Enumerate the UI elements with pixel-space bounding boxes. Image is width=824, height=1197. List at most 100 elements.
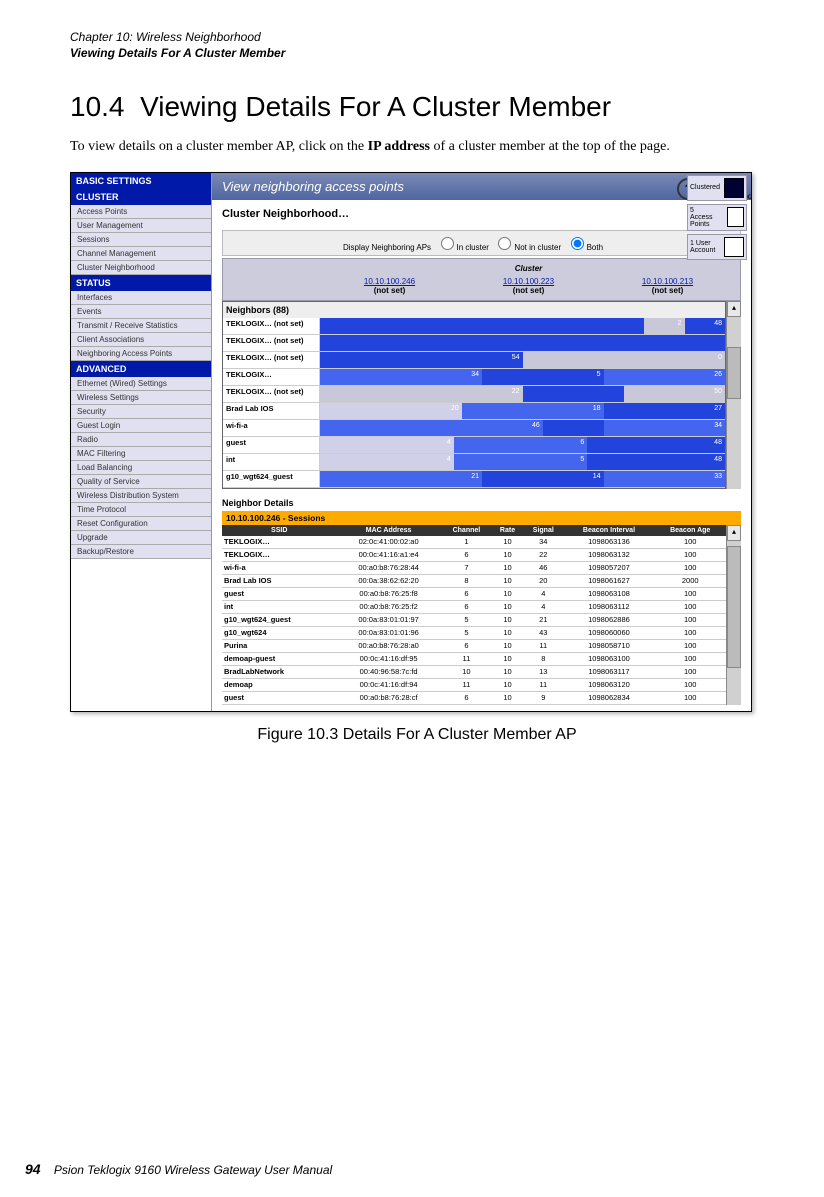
table-header: Beacon Interval <box>564 525 655 536</box>
nav-cluster[interactable]: CLUSTER <box>71 189 211 205</box>
signal-bar: 34 <box>604 420 726 436</box>
left-nav: BASIC SETTINGS CLUSTER Access PointsUser… <box>71 173 212 711</box>
signal-bar: 6 <box>454 437 588 453</box>
screenshot: BASIC SETTINGS CLUSTER Access PointsUser… <box>70 172 752 712</box>
signal-bar: 18 <box>462 403 604 419</box>
neighbor-row: TEKLOGIX… (not set)540 <box>223 352 725 369</box>
nav-item[interactable]: User Management <box>71 219 211 233</box>
signal-bar: 50 <box>624 386 725 402</box>
table-header: Beacon Age <box>654 525 726 536</box>
table-header: Signal <box>523 525 563 536</box>
table-row: TEKLOGIX…00:0c:41:16:a1:e461022109806313… <box>222 548 726 561</box>
table-header: SSID <box>222 525 336 536</box>
info-users[interactable]: 1 UserAccount <box>687 234 747 260</box>
radio-incluster[interactable] <box>441 237 454 250</box>
nav-item[interactable]: Interfaces <box>71 291 211 305</box>
neighbor-row: guest4648 <box>223 437 725 454</box>
table-row: Brad Lab IOS00:0a:38:62:62:2081020109806… <box>222 574 726 587</box>
signal-bar: 2 <box>644 318 685 334</box>
scroll-up-icon[interactable]: ▴ <box>727 301 741 317</box>
neighbor-label: wi-fi-a <box>223 420 320 436</box>
nav-item[interactable]: Backup/Restore <box>71 545 211 559</box>
nav-item[interactable]: Access Points <box>71 205 211 219</box>
radio-both[interactable] <box>571 237 584 250</box>
table-row: BradLabNetwork00:40:96:58:7c:fd101013109… <box>222 665 726 678</box>
signal-bar: 48 <box>587 454 725 470</box>
table-row: TEKLOGIX…02:0c:41:00:02:a011034109806313… <box>222 536 726 549</box>
neighbor-label: guest <box>223 437 320 453</box>
neighbor-row: TEKLOGIX… (not set)248 <box>223 318 725 335</box>
neighbor-label: int <box>223 454 320 470</box>
cluster-ip-link[interactable]: 10.10.100.213 <box>642 277 693 286</box>
nav-basic[interactable]: BASIC SETTINGS <box>71 173 211 189</box>
neighbor-label: TEKLOGIX… <box>223 369 320 385</box>
table-row: int00:a0:b8:76:25:f261041098063112100 <box>222 600 726 613</box>
nav-item[interactable]: Reset Configuration <box>71 517 211 531</box>
details-title: Neighbor Details <box>222 495 741 511</box>
signal-bar: 0 <box>523 352 726 368</box>
signal-bar: 27 <box>604 403 726 419</box>
filter-bar: Display Neighboring APs In cluster Not i… <box>222 230 741 256</box>
neighbor-label: TEKLOGIX… (not set) <box>223 335 320 351</box>
scrollbar[interactable]: ▴ <box>726 525 741 705</box>
signal-bar: 33 <box>604 471 726 487</box>
nav-item[interactable]: Upgrade <box>71 531 211 545</box>
view-title: View neighboring access points <box>212 173 751 200</box>
scroll-thumb[interactable] <box>727 347 741 399</box>
nav-item[interactable]: Wireless Distribution System <box>71 489 211 503</box>
scrollbar[interactable]: ▴ <box>726 301 741 489</box>
nav-item[interactable]: Transmit / Receive Statistics <box>71 319 211 333</box>
radio-notincluster[interactable] <box>498 237 511 250</box>
signal-bar: 48 <box>685 318 726 334</box>
page-header: Chapter 10: Wireless Neighborhood Viewin… <box>70 30 764 61</box>
table-row: demoap00:0c:41:16:df:9411101110980631201… <box>222 678 726 691</box>
signal-bar: 21 <box>320 471 482 487</box>
signal-bar: 5 <box>482 369 604 385</box>
signal-bar <box>543 420 604 436</box>
nav-item[interactable]: Guest Login <box>71 419 211 433</box>
nav-item[interactable]: Client Associations <box>71 333 211 347</box>
neighbors-head: Neighbors (88) <box>223 302 725 318</box>
nav-item[interactable]: Events <box>71 305 211 319</box>
nav-item[interactable]: Load Balancing <box>71 461 211 475</box>
info-aps[interactable]: 5Access Points <box>687 204 747 231</box>
table-row: demoap-guest00:0c:41:16:df:9511108109806… <box>222 652 726 665</box>
signal-bar: 14 <box>482 471 604 487</box>
table-row: g10_wgt624_guest00:0a:83:01:01:975102110… <box>222 613 726 626</box>
nav-item[interactable]: Security <box>71 405 211 419</box>
nav-item[interactable]: Neighboring Access Points <box>71 347 211 361</box>
nav-item[interactable]: Time Protocol <box>71 503 211 517</box>
info-clustered[interactable]: Clustered <box>687 175 747 201</box>
nav-item[interactable]: Radio <box>71 433 211 447</box>
neighbor-label: TEKLOGIX… (not set) <box>223 386 320 402</box>
figure-caption: Figure 10.3 Details For A Cluster Member… <box>70 726 764 744</box>
neighbor-row: g10_wgt624_guest211433 <box>223 471 725 488</box>
table-header: Rate <box>492 525 523 536</box>
nav-advanced[interactable]: ADVANCED <box>71 361 211 377</box>
signal-bar: 26 <box>604 369 726 385</box>
details-link[interactable]: 10.10.100.246 - Sessions <box>222 511 741 525</box>
table-row: guest00:a0:b8:76:28:cf61091098062834100 <box>222 691 726 704</box>
signal-bar: 54 <box>320 352 523 368</box>
neighbor-row: wi-fi-a4634 <box>223 420 725 437</box>
cluster-ip-link[interactable]: 10.10.100.223 <box>503 277 554 286</box>
neighbor-row: TEKLOGIX… (not set)2250 <box>223 386 725 403</box>
signal-bar: 4 <box>320 454 454 470</box>
neighbor-row: int4548 <box>223 454 725 471</box>
nav-item[interactable]: Cluster Neighborhood <box>71 261 211 275</box>
scroll-up-icon[interactable]: ▴ <box>727 525 741 541</box>
scroll-thumb[interactable] <box>727 546 741 668</box>
details-table: SSIDMAC AddressChannelRateSignalBeacon I… <box>222 525 726 705</box>
nav-item[interactable]: Channel Management <box>71 247 211 261</box>
signal-bar: 48 <box>587 437 725 453</box>
cluster-ip-link[interactable]: 10.10.100.246 <box>364 277 415 286</box>
nav-item[interactable]: Wireless Settings <box>71 391 211 405</box>
nav-item[interactable]: MAC Filtering <box>71 447 211 461</box>
nav-status[interactable]: STATUS <box>71 275 211 291</box>
nav-item[interactable]: Sessions <box>71 233 211 247</box>
table-row: g10_wgt62400:0a:83:01:01:965104310980600… <box>222 626 726 639</box>
nav-item[interactable]: Ethernet (Wired) Settings <box>71 377 211 391</box>
nav-item[interactable]: Quality of Service <box>71 475 211 489</box>
signal-bar: 4 <box>320 437 454 453</box>
cluster-header: Cluster 10.10.100.246(not set) 10.10.100… <box>222 258 741 301</box>
